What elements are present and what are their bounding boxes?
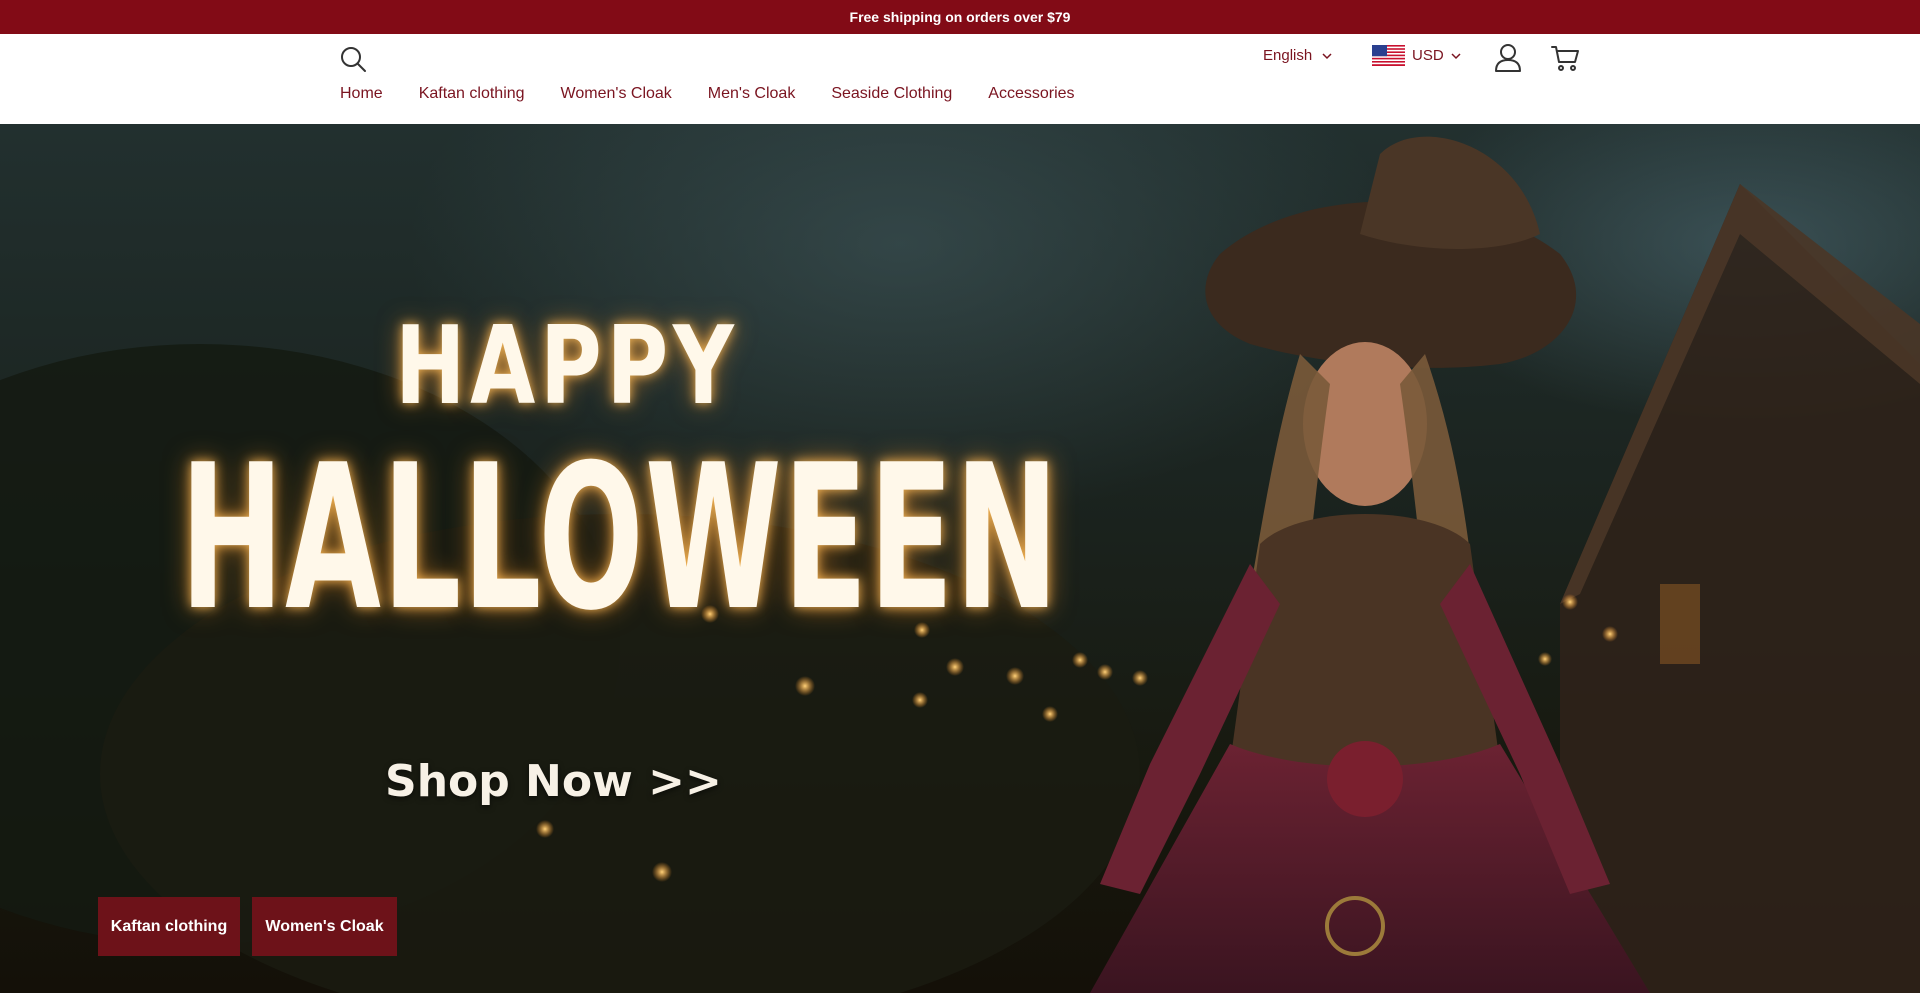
currency-label: USD [1412, 47, 1444, 64]
search-icon [341, 47, 366, 72]
nav-item-womens-cloak[interactable]: Women's Cloak [561, 85, 672, 103]
main-nav: Home Kaftan clothing Women's Cloak Men's… [340, 85, 1075, 103]
currency-selector[interactable]: USD [1372, 45, 1461, 66]
hero-banner[interactable]: HAPPY HALLOWEEN Shop Now >> Kaftan cloth… [0, 124, 1920, 993]
nav-item-kaftan-clothing[interactable]: Kaftan clothing [419, 85, 525, 103]
account-button[interactable] [1494, 43, 1522, 73]
hero-illustration [0, 136, 1920, 993]
chevron-down-icon [1322, 52, 1332, 59]
cart-button[interactable] [1550, 43, 1580, 73]
womens-cloak-button[interactable]: Women's Cloak [252, 897, 397, 956]
nav-item-seaside-clothing[interactable]: Seaside Clothing [831, 85, 952, 103]
shop-now-link[interactable]: Shop Now >> [385, 756, 722, 807]
site-header: Home Kaftan clothing Women's Cloak Men's… [0, 34, 1920, 124]
nav-item-accessories[interactable]: Accessories [988, 85, 1074, 103]
language-selector[interactable]: English [1263, 47, 1332, 64]
language-label: English [1263, 47, 1313, 64]
kaftan-clothing-button[interactable]: Kaftan clothing [98, 897, 240, 956]
chevron-down-icon [1451, 52, 1461, 59]
us-flag-icon [1372, 45, 1405, 66]
nav-item-mens-cloak[interactable]: Men's Cloak [708, 85, 796, 103]
announcement-text: Free shipping on orders over $79 [849, 9, 1071, 25]
nav-item-home[interactable]: Home [340, 85, 383, 103]
search-button[interactable] [339, 45, 367, 73]
announcement-bar: Free shipping on orders over $79 [0, 0, 1920, 34]
cart-icon [1551, 46, 1579, 71]
user-icon [1495, 44, 1521, 72]
